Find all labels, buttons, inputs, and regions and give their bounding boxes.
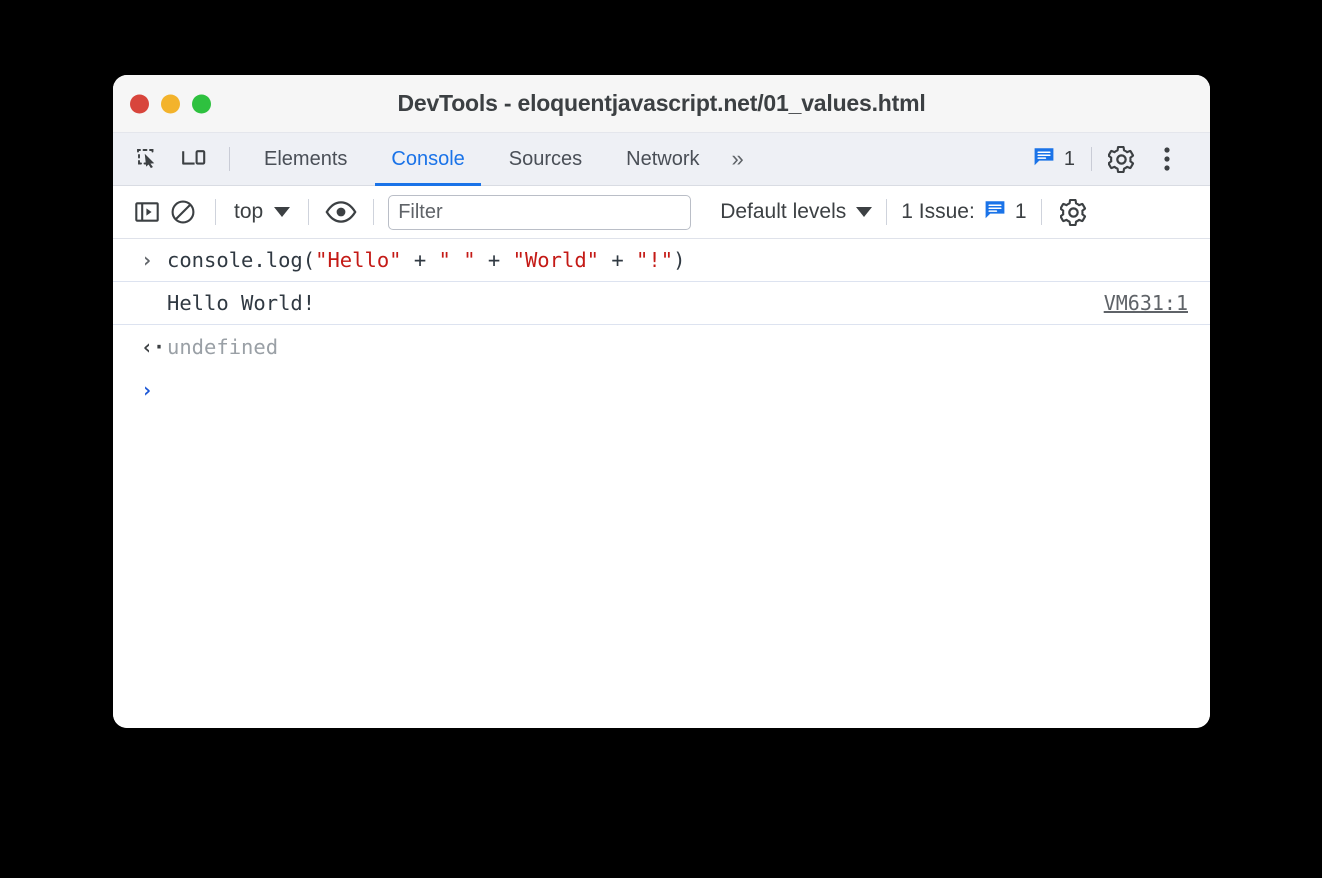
console-toolbar-divider-5 [886,199,888,225]
traffic-lights [130,94,211,113]
tabbar-right-actions: 1 [1023,142,1196,176]
console-source-link[interactable]: VM631:1 [1104,291,1188,315]
live-expression-eye-icon[interactable] [323,194,359,230]
log-levels-label: Default levels [720,200,847,223]
tabbar-divider [229,147,230,171]
execution-context-label: top [234,200,264,223]
more-options-icon[interactable] [1150,142,1184,176]
device-toolbar-icon[interactable] [177,142,211,176]
console-output-text: Hello World! [167,291,316,315]
close-window-button[interactable] [130,94,149,113]
log-levels-selector[interactable]: Default levels [720,200,873,224]
result-chevron-icon: ‹· [141,334,166,359]
devtools-window: DevTools - eloquentjavascript.net/01_val… [113,75,1210,728]
minimize-window-button[interactable] [161,94,180,113]
input-chevron-icon: › [141,248,154,272]
issues-indicator[interactable]: 1 [1023,146,1085,173]
tab-console[interactable]: Console [369,133,486,186]
console-toolbar-divider-2 [308,199,310,225]
chevron-down-icon [274,207,291,217]
token-code: + [599,248,637,272]
more-tabs-icon[interactable]: » [722,146,751,172]
console-input-row[interactable]: › console.log("Hello" + " " + "World" + … [113,239,1210,282]
console-prompt-row[interactable]: › [113,368,1210,411]
token-code: + [475,248,513,272]
console-toolbar-divider-3 [373,199,375,225]
tabbar-right-divider [1091,147,1092,171]
screenshot-root: DevTools - eloquentjavascript.net/01_val… [0,0,1322,878]
tab-elements[interactable]: Elements [242,133,369,186]
console-toolbar-divider-6 [1040,199,1042,225]
window-title: DevTools - eloquentjavascript.net/01_val… [397,90,926,116]
issue-message-icon [1033,146,1055,173]
prompt-chevron-icon: › [141,377,154,402]
maximize-window-button[interactable] [192,94,211,113]
settings-gear-icon[interactable] [1104,142,1138,176]
tab-sources[interactable]: Sources [487,133,604,186]
console-output-row[interactable]: Hello World! VM631:1 [113,282,1210,325]
console-settings-gear-icon[interactable] [1056,194,1092,230]
tab-network[interactable]: Network [604,133,721,186]
chevron-down-icon [856,207,873,217]
token-string: "!" [636,248,674,272]
console-issues-count: 1 [1014,200,1027,223]
console-filter-input[interactable] [388,194,692,230]
console-result-row[interactable]: ‹· undefined [113,325,1210,368]
console-message-list[interactable]: › console.log("Hello" + " " + "World" + … [113,239,1210,728]
console-toolbar-divider-1 [215,199,216,225]
console-toolbar: top Default levels 1 Issue: [113,186,1210,239]
console-input-expression: console.log("Hello" + " " + "World" + "!… [167,248,685,272]
token-string: "Hello" [315,248,402,272]
execution-context-selector[interactable]: top [230,200,294,224]
inspect-element-icon[interactable] [131,142,165,176]
issue-message-icon [984,199,1006,226]
console-result-value: undefined [167,334,279,359]
console-issues-label: 1 Issue: [901,200,975,223]
token-code: ) [673,248,686,272]
devtools-tab-bar: Elements Console Sources Network » 1 [113,133,1210,186]
console-issues-indicator[interactable]: 1 Issue: 1 [901,199,1026,226]
token-string: "World" [512,248,600,272]
console-sidebar-toggle-icon[interactable] [129,194,165,230]
token-string: " " [438,248,476,272]
title-bar: DevTools - eloquentjavascript.net/01_val… [113,75,1210,133]
token-code: console.log( [167,248,316,272]
clear-console-icon[interactable] [165,194,201,230]
issue-count-label: 1 [1063,147,1075,170]
token-code: + [401,248,439,272]
